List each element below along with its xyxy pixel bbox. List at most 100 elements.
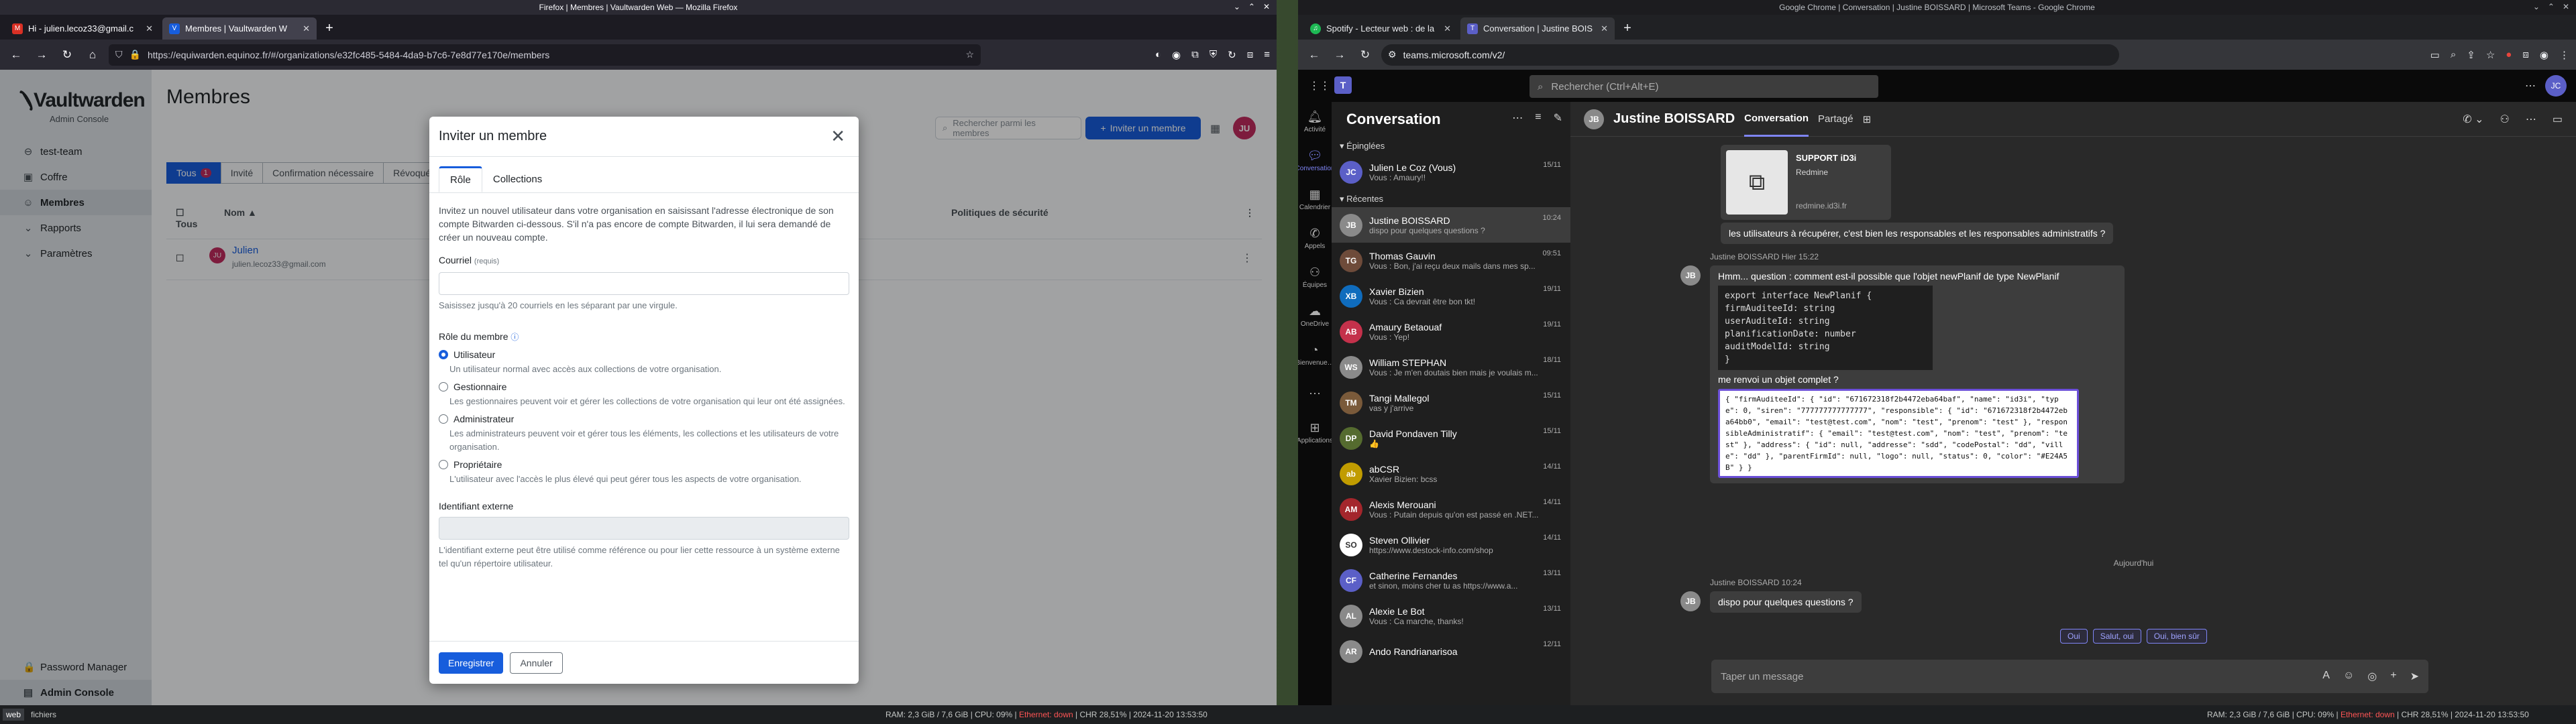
chat-list-item[interactable]: ab abCSR Xavier Bizien: bcss 14/11 [1332, 456, 1570, 491]
maximize-icon[interactable]: ⌃ [2548, 2, 2555, 11]
role-option-admin[interactable]: Administrateur Les administrateurs peuve… [439, 412, 849, 454]
new-tab-icon[interactable]: + [319, 17, 339, 40]
minimize-icon[interactable]: ⌄ [1234, 2, 1240, 11]
account-icon[interactable]: ◉ [1172, 49, 1181, 61]
tab-shared[interactable]: Partagé [1818, 102, 1854, 137]
chat-list-item[interactable]: AB Amaury Betaouaf Vous : Yep! 19/11 [1332, 314, 1570, 349]
rail-chat[interactable]: 💬︎ Conversation [1298, 141, 1334, 180]
zoom-icon[interactable]: ⌕ [2451, 49, 2456, 61]
close-icon[interactable]: ✕ [830, 126, 845, 147]
rail-onedrive[interactable]: ☁ OneDrive [1298, 296, 1332, 335]
rail-calendar[interactable]: ▦ Calendrier [1298, 180, 1332, 219]
send-icon[interactable]: ➤ [2410, 670, 2419, 683]
rail-more[interactable]: ⋯ [1298, 374, 1332, 413]
tab-gmail[interactable]: M Hi - julien.lecoz33@gmail.c ✕ [5, 17, 160, 40]
suggested-reply[interactable]: Salut, oui [2092, 629, 2141, 644]
rail-activity[interactable]: 🔔︎ Activité [1298, 102, 1332, 141]
section-pinned[interactable]: ▾ Épinglées [1332, 137, 1570, 154]
back-icon[interactable]: ← [7, 46, 25, 64]
new-chat-icon[interactable]: ✎ [1554, 111, 1562, 125]
app-launcher-icon[interactable]: ⋮⋮ [1309, 79, 1330, 93]
extensions-puzzle-icon[interactable]: ⧈ [1247, 49, 1254, 61]
reload-icon[interactable]: ↻ [1356, 46, 1375, 64]
chat-list-item[interactable]: AR Ando Randrianarisoa 12/11 [1332, 634, 1570, 669]
role-option-user[interactable]: Utilisateur Un utilisateur normal avec a… [439, 348, 849, 376]
external-id-field[interactable] [439, 517, 849, 540]
close-tab-icon[interactable]: ✕ [1444, 23, 1451, 34]
save-button[interactable]: Enregistrer [439, 652, 504, 674]
reload-icon[interactable]: ↻ [58, 46, 76, 64]
share-icon[interactable]: ⇪ [2467, 49, 2475, 61]
maximize-icon[interactable]: ⌃ [1248, 2, 1255, 11]
email-field[interactable] [439, 272, 849, 295]
close-icon[interactable]: ✕ [2563, 2, 2569, 11]
message-composer[interactable]: Taper un message A ☺ ◎ + ➤ [1711, 660, 2428, 693]
extensions-puzzle-icon[interactable]: ⧈ [2522, 49, 2529, 61]
workspace-files[interactable]: fichiers [31, 710, 56, 719]
url-bar[interactable]: ⛉ 🔒 https://equiwarden.equinoz.fr/#/orga… [109, 44, 981, 66]
back-icon[interactable]: ← [1305, 46, 1324, 64]
section-recent[interactable]: ▾ Récentes [1332, 190, 1570, 207]
menu-icon[interactable]: ≡ [1264, 49, 1270, 61]
call-icon[interactable]: ✆ ⌄ [2463, 113, 2483, 126]
tab-vaultwarden[interactable]: V Membres | Vaultwarden W ✕ [162, 17, 317, 40]
settings-more-icon[interactable]: ⋯ [2525, 79, 2536, 93]
minimize-icon[interactable]: ⌄ [2533, 2, 2540, 11]
more-options-icon[interactable]: ⋯ [2526, 113, 2536, 126]
bookmark-star-icon[interactable]: ☆ [965, 49, 974, 60]
tab-role[interactable]: Rôle [439, 166, 482, 192]
chat-list-item[interactable]: SO Steven Ollivier https://www.destock-inf… [1332, 527, 1570, 562]
new-tab-icon[interactable]: + [1617, 17, 1638, 40]
extension-icon[interactable]: ⧉ [1191, 49, 1199, 61]
role-option-owner[interactable]: Propriétaire L'utilisateur avec l'accès … [439, 458, 849, 486]
chat-list-item[interactable]: JC Julien Le Coz (Vous) Vous : Amaury!! 15/… [1332, 154, 1570, 190]
tab-spotify[interactable]: ♫ Spotify - Lecteur web : de la ✕ [1303, 17, 1458, 40]
extension-icon[interactable]: ● [2506, 49, 2512, 61]
forward-icon[interactable]: → [1330, 46, 1349, 64]
menu-icon[interactable]: ⋮ [2559, 49, 2569, 61]
suggested-reply[interactable]: Oui [2060, 629, 2088, 644]
workspace-web[interactable]: web [3, 709, 25, 721]
role-option-manager[interactable]: Gestionnaire Les gestionnaires peuvent v… [439, 380, 849, 408]
history-icon[interactable]: ↻ [1228, 49, 1236, 61]
close-icon[interactable]: ✕ [1263, 2, 1270, 11]
tab-conversation[interactable]: Conversation [1744, 102, 1809, 137]
help-icon[interactable]: ⓘ [511, 333, 519, 342]
emoji-icon[interactable]: ☺ [2343, 670, 2354, 683]
radio-selected[interactable] [439, 350, 448, 359]
chat-list-item[interactable]: JB Justine BOISSARD dispo pour quelques qu… [1332, 207, 1570, 243]
chat-list-item[interactable]: WS William STEPHAN Vous : Je m'en doutais … [1332, 349, 1570, 385]
chat-list-item[interactable]: XB Xavier Bizien Vous : Ca devrait être bo… [1332, 278, 1570, 314]
close-tab-icon[interactable]: ✕ [303, 23, 310, 34]
chat-list-item[interactable]: AL Alexie Le Bot Vous : Ca marche, thanks!… [1332, 598, 1570, 634]
avatar[interactable]: JC [2545, 75, 2567, 97]
bookmark-star-icon[interactable]: ☆ [2486, 49, 2495, 61]
forward-icon[interactable]: → [32, 46, 51, 64]
side-panel-icon[interactable]: ▭ [2553, 113, 2563, 126]
suggested-reply[interactable]: Oui, bien sûr [2146, 629, 2207, 644]
filter-icon[interactable]: ≡ [1535, 111, 1541, 125]
radio[interactable] [439, 460, 448, 469]
home-icon[interactable]: ⌂ [83, 46, 102, 64]
format-icon[interactable]: A [2322, 670, 2330, 683]
people-icon[interactable]: ⚇ [2500, 113, 2510, 126]
rail-welcome[interactable]: ◔ Bienvenue… [1298, 335, 1334, 374]
chat-list-item[interactable]: CF Catherine Fernandes et sinon, moins che… [1332, 562, 1570, 598]
chat-list-item[interactable]: DP David Pondaven Tilly 👍 15/11 [1332, 420, 1570, 456]
attach-icon[interactable]: + [2390, 670, 2396, 683]
url-bar[interactable]: ⚙ teams.microsoft.com/v2/ [1381, 44, 2119, 66]
pocket-icon[interactable]: ◐ [1155, 49, 1161, 61]
add-tab-icon[interactable]: ⊞ [1863, 102, 1872, 137]
close-tab-icon[interactable]: ✕ [146, 23, 153, 34]
loop-icon[interactable]: ◎ [2367, 670, 2377, 683]
radio[interactable] [439, 414, 448, 424]
chat-list-item[interactable]: TM Tangi Mallegol vas y j'arrive 15/11 [1332, 385, 1570, 420]
radio[interactable] [439, 382, 448, 391]
site-info-icon[interactable]: ⚙ [1388, 49, 1397, 60]
link-preview-card[interactable]: ⧉ SUPPORT iD3i Redmine redmine.id3i.fr [1721, 145, 1891, 220]
more-options-icon[interactable]: ⋯ [1512, 111, 1523, 125]
bitwarden-icon[interactable]: ⛨ [1210, 49, 1217, 61]
chat-list-item[interactable]: TG Thomas Gauvin Vous : Bon, j'ai reçu deu… [1332, 243, 1570, 278]
json-screenshot[interactable]: { "firmAuditeeId": { "id": "671672318f2b… [1718, 389, 2079, 478]
search-input[interactable]: ⌕ Rechercher (Ctrl+Alt+E) [1529, 75, 1878, 98]
